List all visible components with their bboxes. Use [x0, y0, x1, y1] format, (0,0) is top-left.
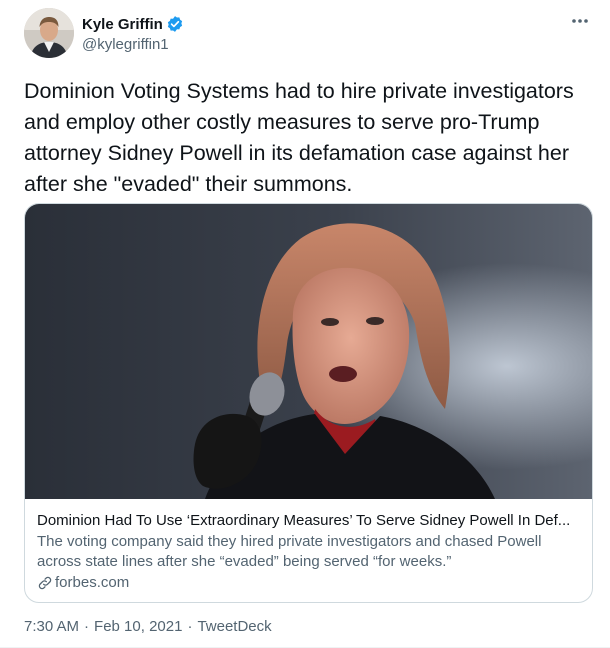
meta-separator: · [84, 618, 90, 635]
display-name-row: Kyle Griffin [82, 14, 184, 34]
tweet-meta: 7:30 AM · Feb 10, 2021 · TweetDeck [24, 618, 272, 635]
tweet-header: Kyle Griffin @kylegriffin1 [24, 8, 594, 64]
link-card[interactable]: Dominion Had To Use ‘Extraordinary Measu… [24, 203, 593, 603]
verified-badge-icon [166, 15, 184, 33]
card-domain: forbes.com [55, 574, 130, 591]
more-horizontal-icon[interactable] [568, 12, 592, 30]
author-names: Kyle Griffin @kylegriffin1 [82, 14, 184, 53]
handle[interactable]: @kylegriffin1 [82, 36, 184, 53]
card-body: Dominion Had To Use ‘Extraordinary Measu… [37, 511, 582, 591]
meta-separator: · [187, 618, 193, 635]
card-image [25, 204, 592, 499]
link-icon [37, 575, 53, 591]
tweet-date[interactable]: Feb 10, 2021 [94, 618, 182, 635]
tweet-source[interactable]: TweetDeck [197, 618, 271, 635]
tweet: Kyle Griffin @kylegriffin1 Dominion Voti… [0, 0, 610, 648]
card-title: Dominion Had To Use ‘Extraordinary Measu… [37, 512, 571, 529]
display-name[interactable]: Kyle Griffin [82, 16, 163, 33]
avatar[interactable] [24, 8, 74, 58]
card-domain-row: forbes.com [37, 574, 582, 591]
tweet-time[interactable]: 7:30 AM [24, 618, 79, 635]
tweet-text: Dominion Voting Systems had to hire priv… [24, 79, 574, 196]
card-description: The voting company said they hired priva… [37, 533, 542, 570]
